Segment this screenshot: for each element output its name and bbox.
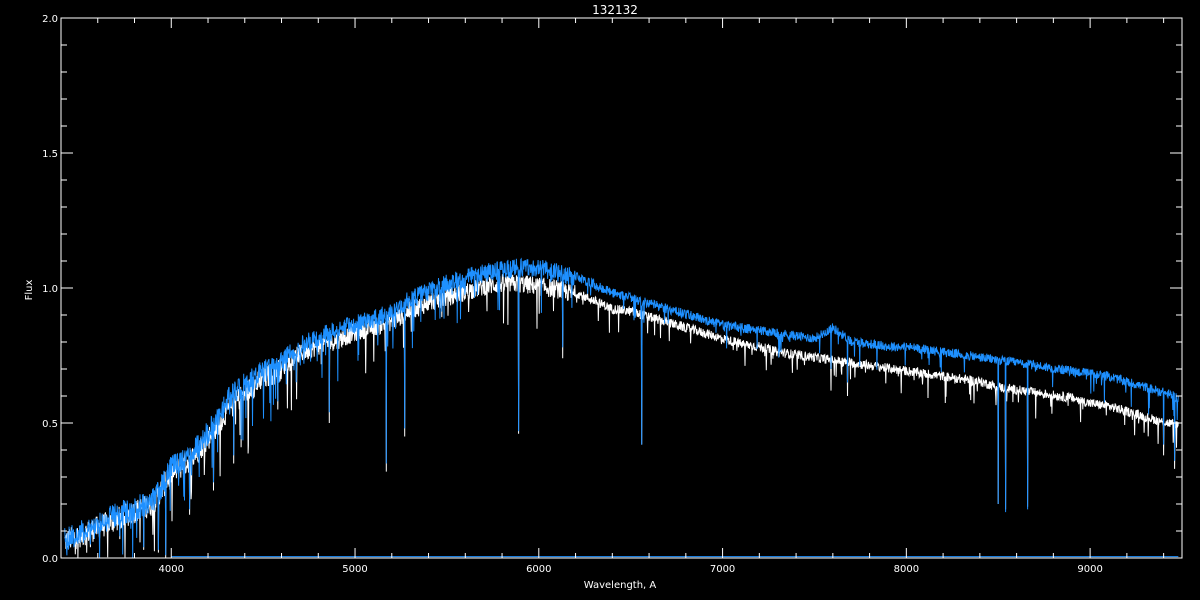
- y-tick-label: 1.5: [42, 149, 58, 160]
- spectrum-chart: 132132 Wavelength, A Flux 4000 5000 6000 70…: [0, 0, 1200, 600]
- x-tick-label: 7000: [710, 564, 735, 575]
- y-tick-label: 2.0: [42, 14, 58, 25]
- y-axis-title: Flux: [24, 280, 35, 301]
- x-tick-label: 4000: [159, 564, 184, 575]
- x-tick-label: 9000: [1077, 564, 1102, 575]
- y-tick-label: 1.0: [42, 284, 58, 295]
- x-axis-title: Wavelength, A: [584, 580, 657, 591]
- chart-title: 132132: [592, 3, 638, 17]
- chart-svg: 132132 Wavelength, A Flux 4000 5000 6000 70…: [0, 0, 1200, 600]
- x-tick-label: 8000: [894, 564, 919, 575]
- y-tick-label: 0.0: [42, 554, 58, 565]
- y-tick-label: 0.5: [42, 419, 58, 430]
- x-tick-label: 6000: [526, 564, 551, 575]
- x-tick-label: 5000: [342, 564, 367, 575]
